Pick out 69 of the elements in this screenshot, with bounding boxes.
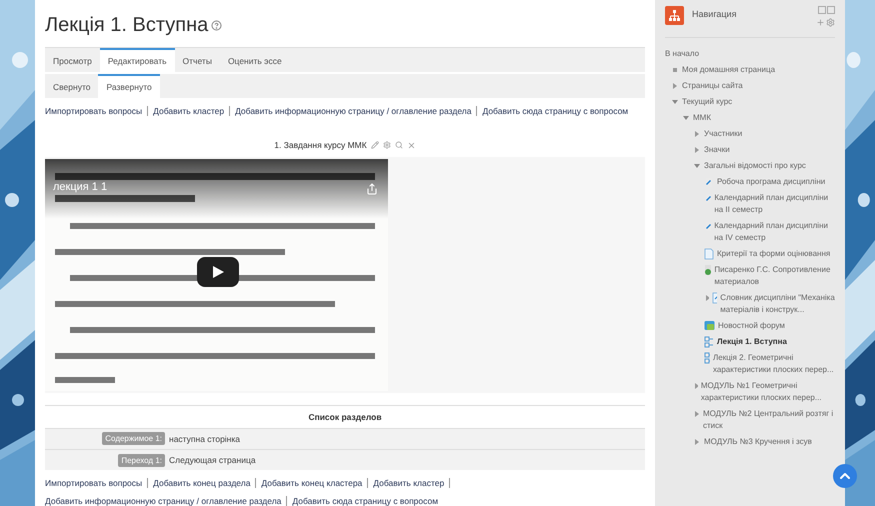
nav-item[interactable]: МОДУЛЬ №3 Кручення і зсув xyxy=(704,436,812,448)
nav-item[interactable]: Календарний план дисципліни на IV семестр xyxy=(714,220,835,244)
page-title: Лекція 1. Вступна xyxy=(45,14,208,37)
tab[interactable]: Отчеты xyxy=(174,48,220,72)
sitemap-icon xyxy=(665,6,684,25)
action-link[interactable]: Добавить кластер xyxy=(153,106,224,116)
nav-item[interactable]: Новостной форум xyxy=(718,320,785,332)
settings-icon[interactable] xyxy=(382,141,391,150)
forum-icon xyxy=(704,320,715,332)
nav-item[interactable]: Загальні відомості про курс xyxy=(704,160,806,172)
nav-item[interactable]: ММК xyxy=(693,112,711,124)
collapsed-arrow-icon[interactable] xyxy=(693,408,700,420)
row-text: наступна сторінка xyxy=(169,434,242,444)
action-link[interactable]: Добавить сюда страницу с вопросом xyxy=(292,496,438,506)
nav-item[interactable]: Робоча програма дисципліни xyxy=(717,176,826,188)
page-icon xyxy=(704,248,714,260)
help-icon[interactable] xyxy=(211,20,222,31)
edit-icon[interactable] xyxy=(370,141,379,150)
tab[interactable]: Свернуто xyxy=(45,74,98,98)
play-icon xyxy=(211,264,225,279)
move-icon[interactable] xyxy=(816,18,825,27)
search-icon[interactable] xyxy=(394,141,403,150)
collapsed-arrow-icon[interactable] xyxy=(671,80,679,92)
nav-item[interactable]: Значки xyxy=(704,144,730,156)
tab[interactable]: Редактировать xyxy=(100,48,175,72)
action-link[interactable]: Импортировать вопросы xyxy=(45,478,142,488)
nav-item[interactable]: Участники xyxy=(704,128,742,140)
action-link[interactable]: Добавить конец раздела xyxy=(153,478,250,488)
nav-item[interactable]: Страницы сайта xyxy=(682,80,743,92)
action-link[interactable]: Добавить информационную страницу / оглавление раздела xyxy=(45,496,282,506)
block-title: Навигация xyxy=(692,9,738,19)
tab[interactable]: Просмотр xyxy=(45,48,100,72)
scroll-top-button[interactable] xyxy=(833,464,857,488)
action-link[interactable]: Импортировать вопросы xyxy=(45,106,142,116)
glossary-icon xyxy=(712,292,718,304)
nav-item[interactable]: Лекція 1. Вступна xyxy=(717,336,787,348)
action-link[interactable]: Добавить сюда страницу с вопросом xyxy=(482,106,628,116)
collapsed-arrow-icon[interactable] xyxy=(693,436,701,448)
collapsed-arrow-icon[interactable] xyxy=(704,292,709,304)
nav-item[interactable]: Писаренко Г.С. Сопротивление материалов xyxy=(714,264,835,288)
settings-icon[interactable] xyxy=(826,18,835,27)
collapsed-arrow-icon[interactable] xyxy=(693,128,701,140)
action-link[interactable]: Добавить конец кластера xyxy=(261,478,362,488)
share-icon[interactable] xyxy=(366,182,378,195)
tab[interactable]: Оценить эссе xyxy=(220,48,290,72)
nav-item[interactable]: Лекція 2. Геометричні характеристики плоских перер... xyxy=(713,352,835,376)
nav-item[interactable]: МОДУЛЬ №1 Геометричні характеристики плоских перер... xyxy=(700,380,835,404)
tab[interactable]: Развернуто xyxy=(98,74,160,98)
action-link[interactable]: Добавить информационную страницу / оглавление раздела xyxy=(235,106,472,116)
collapsed-arrow-icon[interactable] xyxy=(693,144,701,156)
lesson-icon xyxy=(704,352,710,364)
close-icon[interactable] xyxy=(406,140,416,150)
badge: Содержимое 1: xyxy=(102,432,165,446)
nav-item[interactable]: Словник дисципліни "Механіка матеріалів і конструк... xyxy=(720,292,836,316)
action-link[interactable]: Добавить кластер xyxy=(373,478,444,488)
nav-item[interactable]: Критерії та форми оцінювання xyxy=(717,248,830,260)
lesson-icon xyxy=(704,336,714,348)
nav-item[interactable]: В начало xyxy=(665,48,700,60)
row-text: Следующая страница xyxy=(169,455,257,465)
video-title: лекция 1 1 xyxy=(53,180,108,193)
play-button[interactable] xyxy=(197,256,239,287)
nav-item[interactable]: МОДУЛЬ №2 Центральний розтяг і стиск xyxy=(702,408,835,432)
nav-item[interactable]: Текущий курс xyxy=(682,96,732,108)
badge: Переход 1: xyxy=(118,454,165,466)
nav-item[interactable]: Календарний план дисципліни на ІІ семестр xyxy=(714,192,835,216)
collapsed-arrow-icon[interactable] xyxy=(693,380,698,392)
dock-icon[interactable] xyxy=(818,6,835,14)
nav-item[interactable]: Моя домашняя страница xyxy=(682,64,776,76)
block-title: 1. Завдання курсу ММК xyxy=(274,140,367,150)
